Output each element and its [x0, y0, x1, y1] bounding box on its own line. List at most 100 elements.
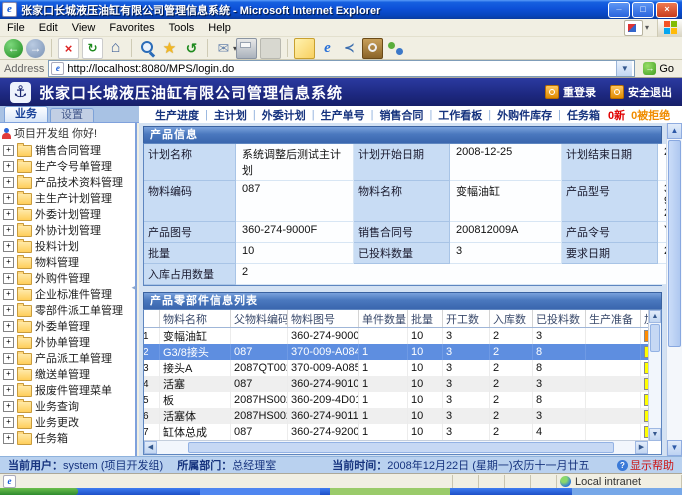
- menu-view[interactable]: View: [65, 21, 103, 35]
- scroll-right-icon[interactable]: ▶: [635, 441, 648, 454]
- address-dropdown-icon[interactable]: ▼: [616, 61, 632, 76]
- history-icon[interactable]: [182, 39, 201, 58]
- search-icon[interactable]: [138, 39, 157, 58]
- show-help-link[interactable]: ? 显示帮助: [617, 457, 674, 473]
- tree-item[interactable]: +零部件派工单管理: [3, 302, 135, 318]
- tree-item[interactable]: +外协计划管理: [3, 222, 135, 238]
- expand-icon[interactable]: +: [3, 225, 14, 236]
- expand-icon[interactable]: +: [3, 273, 14, 284]
- tree-item[interactable]: +企业标准件管理: [3, 286, 135, 302]
- expand-icon[interactable]: +: [3, 401, 14, 412]
- tree-item[interactable]: +外委单管理: [3, 318, 135, 334]
- tab-business[interactable]: 业务: [4, 106, 48, 122]
- scroll-down-icon[interactable]: ▼: [667, 440, 682, 456]
- scroll-left-icon[interactable]: ◀: [144, 441, 157, 454]
- tab-settings[interactable]: 设置: [50, 108, 94, 122]
- close-button[interactable]: [656, 2, 678, 18]
- messenger-icon[interactable]: [386, 39, 405, 58]
- maximize-button[interactable]: [632, 2, 654, 18]
- angle-icon[interactable]: [340, 39, 359, 58]
- expand-icon[interactable]: +: [3, 353, 14, 364]
- menu-favorites[interactable]: Favorites: [102, 21, 161, 35]
- forward-icon[interactable]: [26, 39, 45, 58]
- column-header[interactable]: 生产准备: [586, 310, 641, 328]
- vscroll-thumb[interactable]: [650, 324, 660, 352]
- tree-item[interactable]: +物料管理: [3, 254, 135, 270]
- nav-link[interactable]: 任务箱: [567, 107, 600, 123]
- table-row[interactable]: 2G3/8接头087370-009-A084011032820 %: [144, 344, 662, 360]
- tree-item[interactable]: +产品派工单管理: [3, 350, 135, 366]
- expand-icon[interactable]: +: [3, 193, 14, 204]
- column-header[interactable]: 物料图号: [288, 310, 359, 328]
- note-icon[interactable]: [294, 38, 315, 59]
- column-header[interactable]: 父物料编码: [231, 310, 288, 328]
- tree-item[interactable]: +业务查询: [3, 398, 135, 414]
- refresh-icon[interactable]: [82, 38, 103, 59]
- mail-icon[interactable]: [214, 39, 233, 58]
- menu-tools[interactable]: Tools: [162, 21, 202, 35]
- column-header[interactable]: 已投料数: [533, 310, 586, 328]
- expand-icon[interactable]: +: [3, 417, 14, 428]
- ie-icon[interactable]: [318, 39, 337, 58]
- expand-icon[interactable]: +: [3, 433, 14, 444]
- expand-icon[interactable]: +: [3, 305, 14, 316]
- tree-item[interactable]: +产品技术资料管理: [3, 174, 135, 190]
- tree-item[interactable]: +投料计划: [3, 238, 135, 254]
- table-row[interactable]: 6活塞体2087HS002360-274-9011W11032320 %: [144, 408, 662, 424]
- addon-caret-icon[interactable]: ▾: [645, 23, 649, 32]
- nav-link[interactable]: 销售合同: [379, 107, 423, 123]
- column-header[interactable]: 物料名称: [160, 310, 231, 328]
- logout-button[interactable]: 安全退出: [610, 84, 672, 100]
- tree-item[interactable]: +任务箱: [3, 430, 135, 446]
- table-row[interactable]: 3接头A2087QT002370-009-A085011032820 %: [144, 360, 662, 376]
- start-button[interactable]: [0, 488, 78, 495]
- expand-icon[interactable]: +: [3, 321, 14, 332]
- home-icon[interactable]: [106, 39, 125, 58]
- tree-item[interactable]: +缴送单管理: [3, 366, 135, 382]
- hscroll-thumb[interactable]: [188, 442, 614, 453]
- tree-item[interactable]: +外购件管理: [3, 270, 135, 286]
- url-text[interactable]: http://localhost:8080/MPS/login.do: [67, 63, 613, 75]
- column-header[interactable]: 开工数: [443, 310, 490, 328]
- nav-link[interactable]: 外购件库存: [497, 107, 552, 123]
- expand-icon[interactable]: +: [3, 385, 14, 396]
- nav-link[interactable]: 主计划: [214, 107, 247, 123]
- menu-help[interactable]: Help: [201, 21, 238, 35]
- tree-item[interactable]: +外委计划管理: [3, 206, 135, 222]
- scroll-up-icon[interactable]: ▲: [649, 310, 661, 323]
- tree-item[interactable]: +业务更改: [3, 414, 135, 430]
- edit-icon[interactable]: [260, 38, 281, 59]
- tree-item[interactable]: +生产令号单管理: [3, 158, 135, 174]
- addon-icon[interactable]: [624, 20, 643, 36]
- tree-item[interactable]: +销售合同管理: [3, 142, 135, 158]
- expand-icon[interactable]: +: [3, 177, 14, 188]
- expand-icon[interactable]: +: [3, 257, 14, 268]
- relogin-button[interactable]: 重登录: [545, 84, 596, 100]
- column-header[interactable]: 批量: [408, 310, 443, 328]
- tree-item[interactable]: +报废件管理菜单: [3, 382, 135, 398]
- expand-icon[interactable]: +: [3, 161, 14, 172]
- address-input[interactable]: e http://localhost:8080/MPS/login.do ▼: [48, 60, 635, 77]
- tree-item[interactable]: +外协单管理: [3, 334, 135, 350]
- scroll-up-icon[interactable]: ▲: [667, 123, 682, 139]
- column-header[interactable]: 入库数: [490, 310, 533, 328]
- table-row[interactable]: 1变幅油缸360-274-9000F1032329 %: [144, 328, 662, 345]
- expand-icon[interactable]: +: [3, 209, 14, 220]
- minimize-button[interactable]: [608, 2, 630, 18]
- menu-file[interactable]: File: [0, 21, 32, 35]
- books-icon[interactable]: [362, 38, 383, 59]
- nav-link[interactable]: 生产单号: [321, 107, 365, 123]
- table-row[interactable]: 5板2087HS002360-209-4D01011032820 %: [144, 392, 662, 408]
- parts-hscrollbar[interactable]: ◀ ▶: [144, 440, 648, 454]
- expand-icon[interactable]: +: [3, 241, 14, 252]
- menu-edit[interactable]: Edit: [32, 21, 65, 35]
- expand-icon[interactable]: +: [3, 369, 14, 380]
- nav-link[interactable]: 工作看板: [438, 107, 482, 123]
- tree-item[interactable]: +主生产计划管理: [3, 190, 135, 206]
- favorites-icon[interactable]: [160, 39, 179, 58]
- sidebar-collapse-icon[interactable]: ◄: [130, 283, 138, 292]
- column-header[interactable]: 单件数量: [359, 310, 408, 328]
- scroll-down-icon[interactable]: ▼: [649, 428, 661, 441]
- nav-link[interactable]: 外委计划: [262, 107, 306, 123]
- table-row[interactable]: 7缸体总成087360-274-9200F11032419 %: [144, 424, 662, 440]
